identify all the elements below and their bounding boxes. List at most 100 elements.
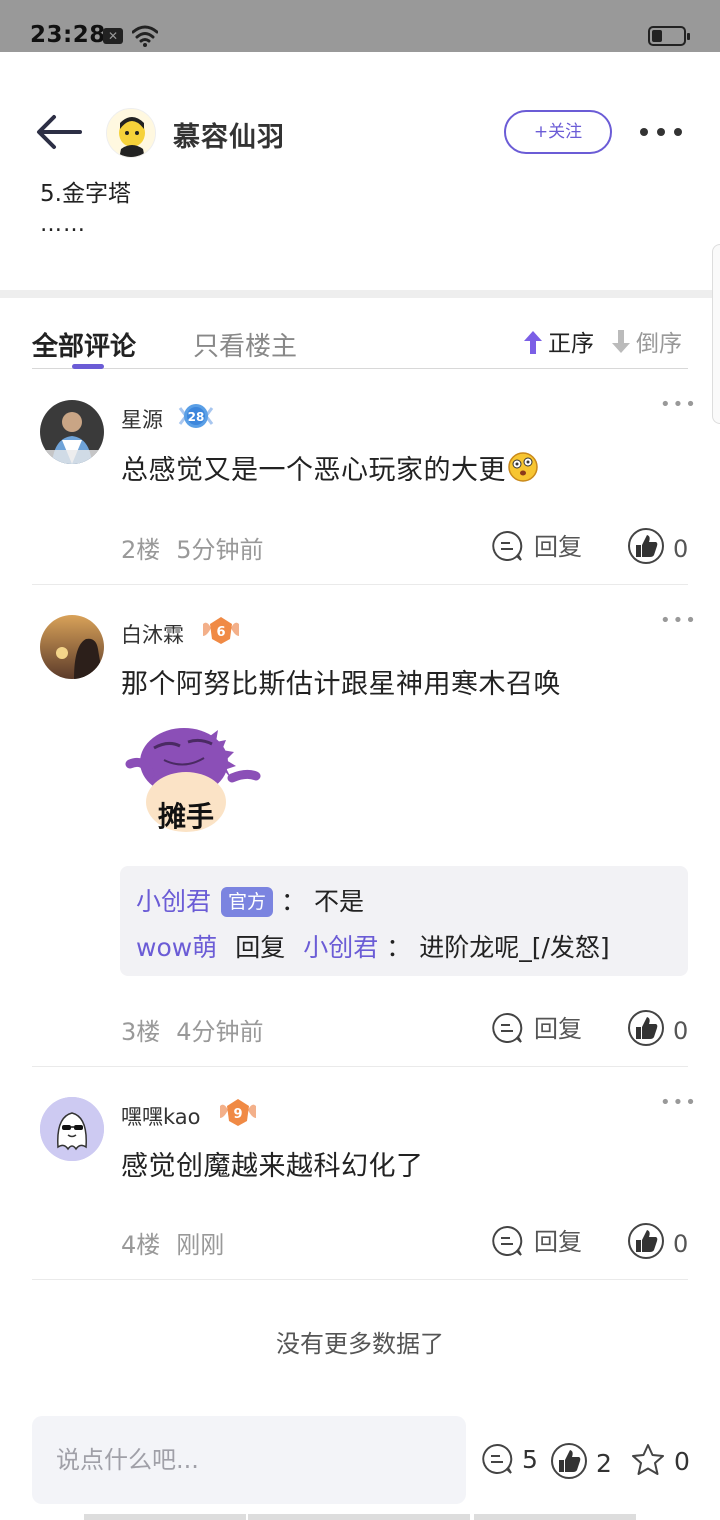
comment-more-icon[interactable]: •••: [660, 394, 698, 415]
comment-time: 刚刚: [176, 1231, 225, 1259]
comment-meta: 4楼 刚刚: [121, 1225, 224, 1260]
comment-divider: [32, 584, 688, 585]
like-count: 0: [673, 1230, 689, 1258]
notification-x-icon: ✕: [103, 28, 123, 44]
comment-divider: [32, 1279, 688, 1280]
post-like-count: 2: [596, 1449, 612, 1478]
comment-time: 4分钟前: [176, 1018, 264, 1046]
sort-descending-label: 倒序: [636, 331, 682, 357]
level-badge-icon: 28: [178, 404, 214, 428]
commenter-avatar[interactable]: [40, 400, 104, 464]
sub-reply-action: 回复: [235, 933, 286, 962]
comments-count: 5: [522, 1445, 538, 1474]
sort-descending-button[interactable]: 倒序: [610, 324, 682, 358]
shrug-monster-sticker-icon: 摊手: [125, 728, 261, 833]
reply-button[interactable]: 回复: [490, 527, 582, 563]
tab-op-only[interactable]: 只看楼主: [193, 326, 297, 363]
nav-hint-bar: [474, 1514, 636, 1520]
status-bar: 23:28 ✕: [0, 0, 720, 52]
like-button[interactable]: 0: [627, 527, 688, 565]
level-badge-number: 9: [233, 1107, 242, 1122]
like-count: 0: [673, 535, 689, 563]
favorite-button[interactable]: 0: [630, 1442, 690, 1478]
comment-tabs: 全部评论 只看楼主 正序 倒序: [32, 312, 688, 369]
sub-reply-target[interactable]: 小创君: [303, 933, 378, 962]
level-badge-icon: 6: [203, 617, 239, 644]
author-avatar[interactable]: [106, 108, 156, 158]
comment-bubble-icon: [492, 1012, 523, 1043]
reply-label: 回复: [534, 1015, 582, 1043]
comment-input[interactable]: [56, 1440, 446, 1480]
like-count: 0: [673, 1017, 689, 1045]
reply-button[interactable]: 回复: [490, 1009, 582, 1045]
floor-number: 3楼: [121, 1018, 161, 1046]
follow-button[interactable]: +关注: [504, 110, 612, 154]
commenter-name[interactable]: 星源: [121, 404, 163, 434]
favorite-count: 0: [674, 1447, 690, 1476]
sub-replies-box[interactable]: 小创君 官方：不是 wow萌 回复 小创君：进阶龙呢_[/发怒]: [120, 866, 688, 976]
wifi-icon: [132, 25, 158, 47]
sub-reply[interactable]: wow萌 回复 小创君 ：进阶龙呢_[/发怒]: [136, 928, 610, 964]
reply-button[interactable]: 回复: [490, 1222, 582, 1258]
author-name[interactable]: 慕容仙羽: [173, 115, 285, 154]
comment-text: 感觉创魔越来越科幻化了: [121, 1151, 424, 1182]
sub-reply-sep: ：: [386, 933, 412, 962]
no-more-data-text: 没有更多数据了: [276, 1330, 444, 1358]
floor-number: 2楼: [121, 536, 161, 564]
arrow-down-icon: [612, 330, 630, 353]
level-badge-icon: 9: [220, 1099, 256, 1126]
comment-input-box[interactable]: [32, 1416, 466, 1504]
commenter-name[interactable]: 嘿嘿kao: [121, 1101, 201, 1131]
post-like-button[interactable]: 2: [550, 1442, 612, 1480]
sub-reply-text: 进阶龙呢_[/发怒]: [419, 933, 610, 962]
sub-reply-text: 不是: [314, 887, 365, 916]
commenter-name[interactable]: 白沐霖: [121, 619, 184, 649]
thumbs-up-icon: [628, 1010, 664, 1046]
thumbs-up-icon: [628, 1223, 664, 1259]
sub-reply-user[interactable]: wow萌: [136, 933, 217, 962]
scroll-handle[interactable]: [712, 244, 720, 424]
reply-label: 回复: [534, 1228, 582, 1256]
nav-hint-bar: [84, 1514, 246, 1520]
comment-bubble-icon: [482, 1443, 513, 1474]
arrow-up-icon: [524, 331, 542, 354]
like-button[interactable]: 0: [627, 1009, 688, 1047]
sticker-image[interactable]: 摊手: [124, 700, 264, 840]
comment-text-content: 总感觉又是一个恶心玩家的大更: [121, 455, 506, 486]
more-options-icon[interactable]: [638, 122, 684, 142]
comment-bubble-icon: [492, 1225, 523, 1256]
comment-meta: 3楼 4分钟前: [121, 1012, 264, 1047]
comment-text: 那个阿努比斯估计跟星神用寒木召唤: [121, 669, 561, 700]
sticker-caption: 摊手: [158, 800, 214, 833]
battery-icon: [648, 26, 690, 46]
commenter-avatar[interactable]: [40, 615, 104, 679]
sort-ascending-button[interactable]: 正序: [522, 324, 594, 358]
tab-all-comments[interactable]: 全部评论: [32, 326, 136, 363]
thumbs-up-icon: [551, 1443, 587, 1479]
post-clipped-line: 5.金字塔: [40, 181, 131, 207]
comment-more-icon[interactable]: •••: [660, 610, 698, 631]
comment-more-icon[interactable]: •••: [660, 1092, 698, 1113]
comments-count-button[interactable]: 5: [480, 1442, 538, 1476]
thumbs-up-icon: [628, 528, 664, 564]
comment-time: 5分钟前: [176, 536, 264, 564]
sub-reply-user[interactable]: 小创君: [136, 887, 211, 916]
dizzy-face-emoji-icon: [508, 452, 538, 482]
star-icon: [632, 1444, 664, 1475]
back-arrow-icon[interactable]: [34, 112, 84, 152]
comment-bubble-icon: [492, 530, 523, 561]
level-badge-number: 28: [188, 410, 205, 424]
sort-ascending-label: 正序: [548, 331, 594, 357]
section-divider: [0, 290, 720, 298]
comment-divider: [32, 1066, 688, 1067]
tab-active-indicator: [72, 364, 104, 369]
sub-reply[interactable]: 小创君 官方：不是: [136, 882, 364, 918]
commenter-avatar[interactable]: [40, 1097, 104, 1161]
post-ellipsis: ……: [40, 212, 86, 237]
sub-reply-sep: ：: [281, 887, 307, 916]
comment-meta: 2楼 5分钟前: [121, 530, 264, 565]
like-button[interactable]: 0: [627, 1222, 688, 1260]
floor-number: 4楼: [121, 1231, 161, 1259]
comment-text: 总感觉又是一个恶心玩家的大更: [121, 448, 540, 487]
reply-label: 回复: [534, 533, 582, 561]
